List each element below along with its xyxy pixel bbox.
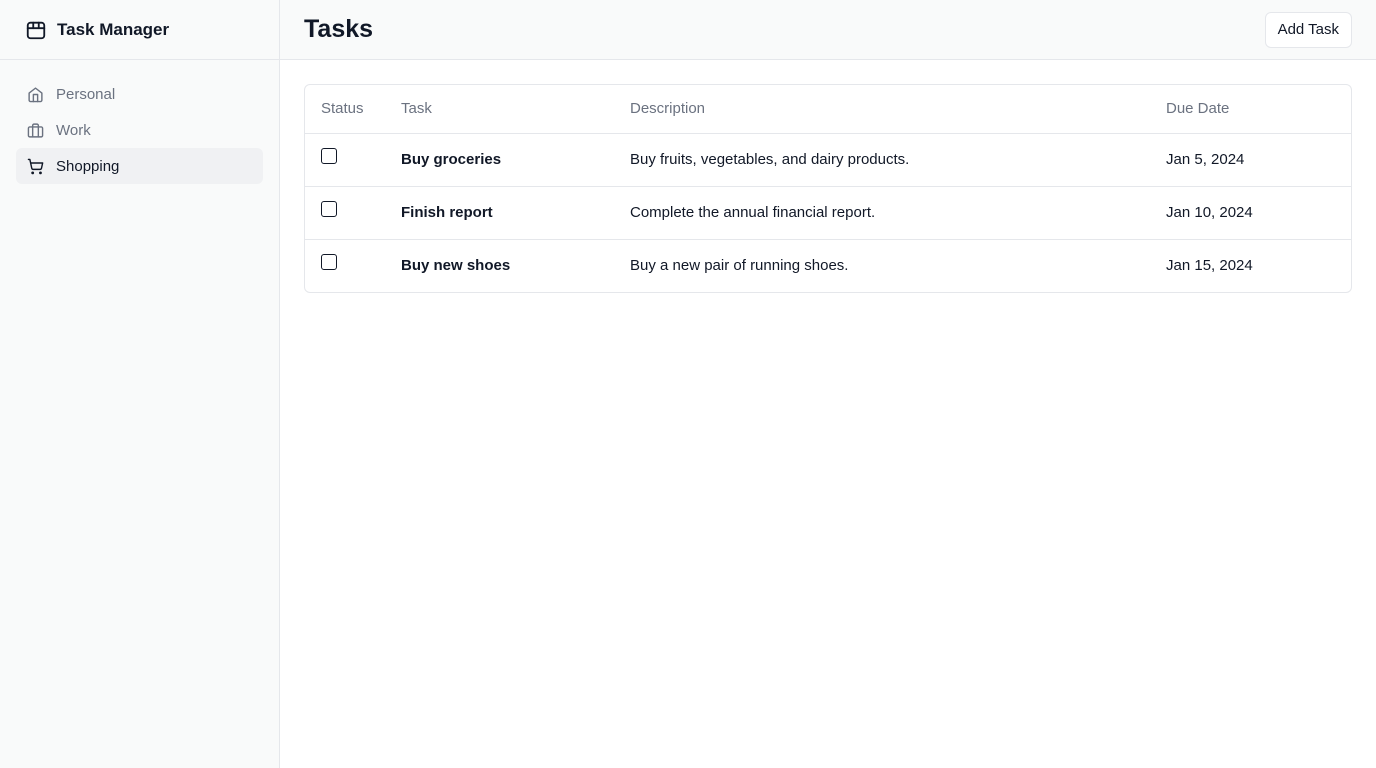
task-description: Buy a new pair of running shoes.	[630, 257, 849, 275]
task-name: Finish report	[385, 186, 614, 240]
add-task-button[interactable]: Add Task	[1264, 11, 1352, 48]
task-name: Buy groceries	[385, 133, 614, 187]
status-cell	[305, 186, 385, 240]
task-due-date: Jan 15, 2024	[1166, 257, 1253, 275]
sidebar-item-personal[interactable]: Personal	[16, 76, 263, 112]
tasks-table: Status Task Description Due Date Buy gro…	[305, 85, 1351, 292]
sidebar-item-work[interactable]: Work	[16, 112, 263, 148]
sidebar-nav: Personal Work Shopping	[0, 60, 279, 200]
sidebar-item-shopping[interactable]: Shopping	[16, 148, 263, 184]
status-cell	[305, 239, 385, 292]
table-row: Buy groceries Buy fruits, vegetables, an…	[305, 133, 1351, 187]
status-checkbox[interactable]	[321, 254, 337, 271]
table-row: Finish report Complete the annual financ…	[305, 186, 1351, 240]
column-header-status: Status	[305, 85, 385, 134]
table-header-row: Status Task Description Due Date	[305, 85, 1351, 134]
table-row: Buy new shoes Buy a new pair of running …	[305, 239, 1351, 292]
content: Status Task Description Due Date Buy gro…	[280, 60, 1376, 317]
task-description: Buy fruits, vegetables, and dairy produc…	[614, 133, 1150, 187]
column-header-due-date: Due Date	[1150, 85, 1351, 134]
main: Tasks Add Task Status Task Description D…	[280, 0, 1376, 768]
column-header-description: Description	[614, 85, 1150, 134]
column-header-task: Task	[385, 85, 614, 134]
task-description: Complete the annual financial report.	[614, 186, 1150, 240]
brand[interactable]: Task Manager	[0, 0, 279, 60]
header: Tasks Add Task	[280, 0, 1376, 60]
task-name: Buy new shoes	[401, 257, 511, 275]
sidebar-item-label: Shopping	[56, 157, 120, 175]
status-checkbox[interactable]	[321, 201, 337, 218]
task-due-date: Jan 10, 2024	[1150, 186, 1351, 240]
task-due-date: Jan 5, 2024	[1150, 133, 1351, 187]
tasks-table-container: Status Task Description Due Date Buy gro…	[304, 84, 1352, 293]
status-cell	[305, 133, 385, 187]
sidebar-item-label: Personal	[56, 85, 116, 103]
sidebar-item-label: Work	[56, 121, 91, 139]
package-icon	[25, 19, 47, 41]
status-checkbox[interactable]	[321, 148, 337, 165]
page-title: Tasks	[304, 15, 374, 43]
sidebar: Task Manager Personal Work Shopping	[0, 0, 280, 768]
briefcase-icon	[26, 121, 44, 139]
brand-title: Task Manager	[57, 19, 170, 39]
shopping-cart-icon	[26, 157, 44, 175]
home-icon	[26, 85, 44, 103]
